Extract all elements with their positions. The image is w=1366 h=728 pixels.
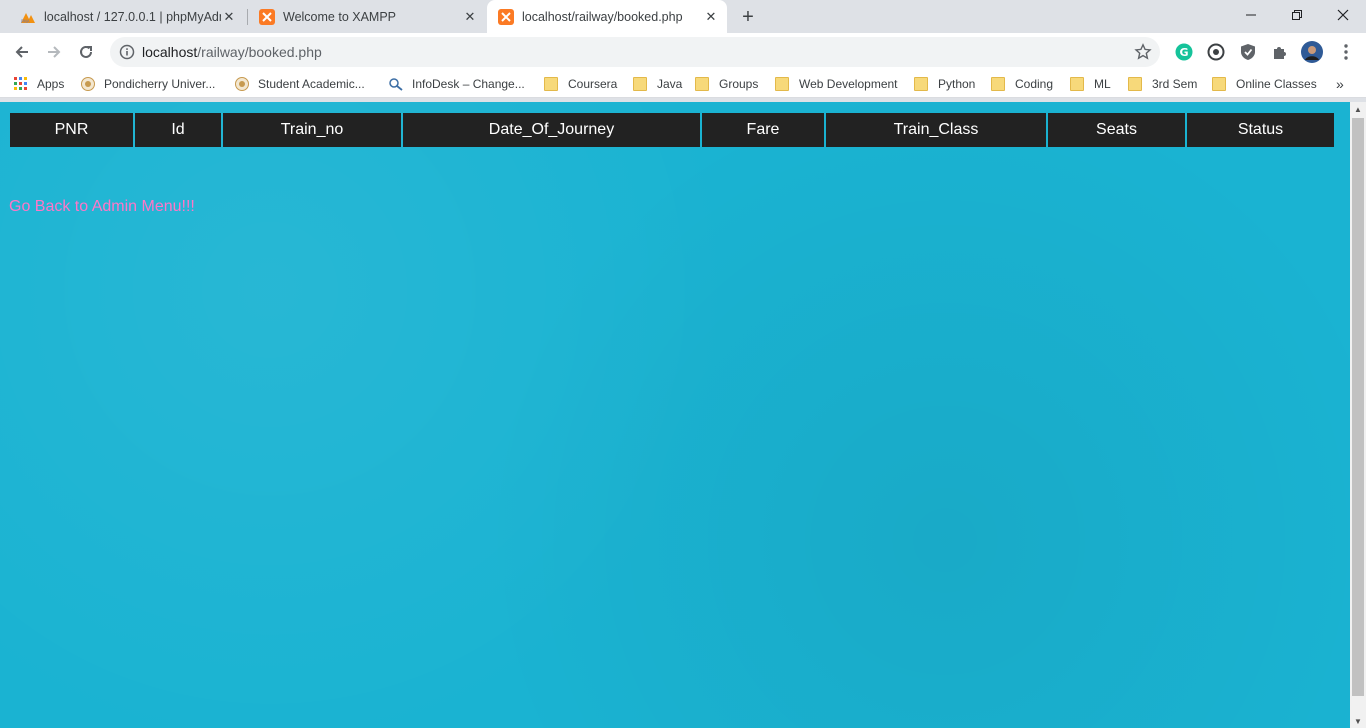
folder-icon <box>633 77 647 91</box>
reload-icon <box>80 45 92 58</box>
bookmark-web-development[interactable]: Web Development <box>775 75 898 93</box>
folder-icon <box>695 77 709 91</box>
bookmark-pondicherry[interactable]: Pondicherry Univer... <box>81 75 215 93</box>
bookmark-label: Groups <box>719 77 759 91</box>
forward-arrow-icon <box>48 46 61 58</box>
table-header-row: PNR Id Train_no Date_Of_Journey Fare Tra… <box>10 113 1334 147</box>
restore-button[interactable] <box>1274 0 1320 30</box>
xampp-icon <box>259 8 275 25</box>
university-icon <box>235 77 249 91</box>
bookmark-3rd-sem[interactable]: 3rd Sem <box>1128 75 1197 93</box>
svg-text:PMA: PMA <box>21 19 30 24</box>
tab-strip: PMA localhost / 127.0.0.1 | phpMyAdmin ✕… <box>0 0 1366 33</box>
tab-title: localhost/railway/booked.php <box>522 9 683 24</box>
back-to-admin-menu-link[interactable]: Go Back to Admin Menu!!! <box>9 198 195 216</box>
bookmark-label: Online Classes <box>1236 77 1317 91</box>
column-header-train-class: Train_Class <box>826 113 1046 147</box>
more-menu-icon[interactable] <box>1336 42 1356 62</box>
bookmark-label: Apps <box>37 77 65 91</box>
url-text: localhost/railway/booked.php <box>142 44 322 60</box>
column-header-status: Status <box>1187 113 1334 147</box>
tab-xampp[interactable]: Welcome to XAMPP ✕ <box>250 0 486 33</box>
folder-icon <box>1212 77 1226 91</box>
close-icon[interactable]: ✕ <box>703 9 719 25</box>
tab-title: localhost / 127.0.0.1 | phpMyAdmin <box>44 9 221 24</box>
bookmark-label: Pondicherry Univer... <box>104 77 216 91</box>
folder-icon <box>914 77 928 91</box>
bookmark-label: Java <box>657 77 683 91</box>
tab-phpmyadmin[interactable]: PMA localhost / 127.0.0.1 | phpMyAdmin ✕ <box>0 0 245 33</box>
tab-separator <box>247 9 248 25</box>
bookmark-coding[interactable]: Coding <box>991 75 1053 93</box>
bookmark-online-classes[interactable]: Online Classes <box>1212 75 1317 93</box>
minimize-button[interactable] <box>1228 0 1274 30</box>
bookmark-coursera[interactable]: Coursera <box>544 75 617 93</box>
bookmark-infodesk[interactable]: InfoDesk – Change... <box>389 75 525 93</box>
tab-title: Welcome to XAMPP <box>283 9 397 24</box>
minimize-icon <box>1246 14 1256 16</box>
close-window-button[interactable] <box>1320 0 1366 30</box>
bookmarks-overflow-icon[interactable]: » <box>1336 75 1344 93</box>
bookmark-java[interactable]: Java <box>633 75 682 93</box>
bookmark-label: Web Development <box>799 77 898 91</box>
close-icon <box>1337 9 1349 21</box>
folder-icon <box>991 77 1005 91</box>
grammarly-icon[interactable]: G <box>1174 42 1194 62</box>
phpmyadmin-icon: PMA <box>20 9 36 25</box>
new-tab-button[interactable]: + <box>736 5 760 29</box>
restore-icon <box>1292 10 1302 20</box>
svg-text:G: G <box>1179 46 1188 59</box>
url-host: localhost <box>142 44 198 60</box>
folder-icon <box>775 77 789 91</box>
bookmark-python[interactable]: Python <box>914 75 975 93</box>
bookmark-label: 3rd Sem <box>1152 77 1198 91</box>
bookmark-star-icon[interactable] <box>1134 43 1152 61</box>
bookmark-label: InfoDesk – Change... <box>412 77 525 91</box>
browser-toolbar: localhost/railway/booked.php G <box>0 33 1366 71</box>
column-header-id: Id <box>135 113 221 147</box>
column-header-fare: Fare <box>702 113 824 147</box>
address-bar[interactable]: localhost/railway/booked.php <box>110 37 1160 67</box>
bookmark-apps[interactable]: Apps <box>14 75 64 93</box>
bookmark-label: Coursera <box>568 77 618 91</box>
tab-booked[interactable]: localhost/railway/booked.php ✕ <box>487 0 727 33</box>
back-arrow-icon <box>15 46 28 58</box>
page-scrollbar[interactable]: ▲ ▼ <box>1350 102 1366 728</box>
column-header-seats: Seats <box>1048 113 1185 147</box>
extension-icon[interactable] <box>1206 42 1226 62</box>
profile-avatar-icon[interactable] <box>1301 41 1323 63</box>
booked-tickets-table: PNR Id Train_no Date_Of_Journey Fare Tra… <box>8 111 1336 149</box>
bookmark-ml[interactable]: ML <box>1070 75 1111 93</box>
bookmark-label: ML <box>1094 77 1111 91</box>
column-header-train-no: Train_no <box>223 113 401 147</box>
university-icon <box>81 77 95 91</box>
bookmark-label: Student Academic... <box>258 77 365 91</box>
folder-icon <box>1128 77 1142 91</box>
back-button[interactable] <box>8 38 36 66</box>
apps-grid-icon <box>14 77 27 90</box>
infodesk-icon <box>389 78 403 91</box>
scroll-up-arrow-icon[interactable]: ▲ <box>1350 102 1366 116</box>
close-icon[interactable]: ✕ <box>462 9 478 25</box>
bookmark-groups[interactable]: Groups <box>695 75 758 93</box>
scroll-down-arrow-icon[interactable]: ▼ <box>1350 714 1366 728</box>
column-header-date-of-journey: Date_Of_Journey <box>403 113 700 147</box>
xampp-icon <box>498 8 514 25</box>
reload-button[interactable] <box>72 38 100 66</box>
bookmarks-bar: Apps Pondicherry Univer... Student Acade… <box>0 71 1366 98</box>
bookmark-label: Coding <box>1015 77 1054 91</box>
folder-icon <box>1070 77 1084 91</box>
column-header-pnr: PNR <box>10 113 133 147</box>
bookmark-student-academic[interactable]: Student Academic... <box>235 75 365 93</box>
info-icon[interactable] <box>119 44 135 60</box>
forward-button[interactable] <box>40 38 68 66</box>
bookmark-label: Python <box>938 77 976 91</box>
close-icon[interactable]: ✕ <box>221 9 237 25</box>
scrollbar-thumb[interactable] <box>1352 118 1364 696</box>
url-path: /railway/booked.php <box>197 44 322 60</box>
page-viewport: PNR Id Train_no Date_Of_Journey Fare Tra… <box>0 102 1350 728</box>
folder-icon <box>544 77 558 91</box>
shield-icon[interactable] <box>1238 42 1258 62</box>
puzzle-extensions-icon[interactable] <box>1270 42 1290 62</box>
